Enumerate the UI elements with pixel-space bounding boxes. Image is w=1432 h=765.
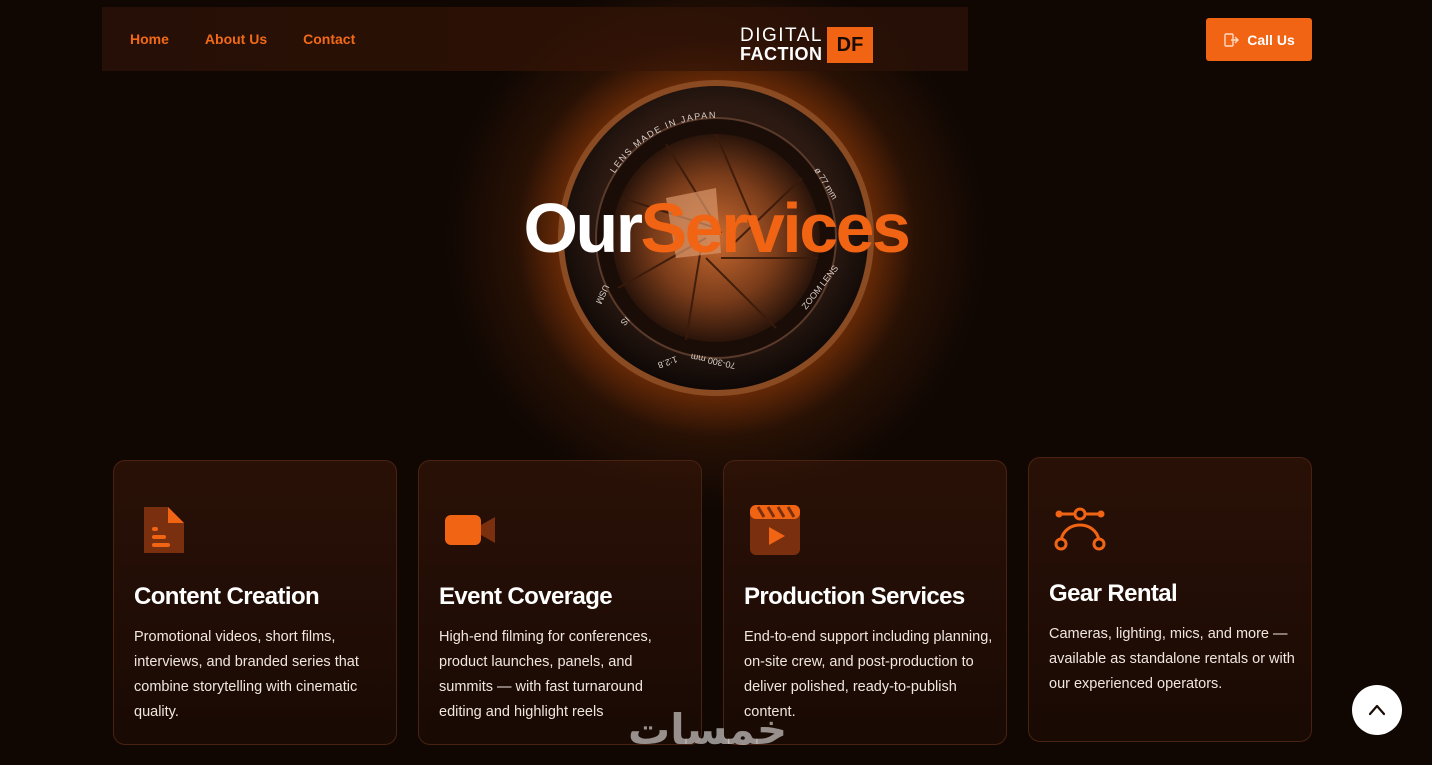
logo-mark: DF <box>827 27 873 63</box>
brand-logo[interactable]: DIGITAL FACTION DF <box>740 25 873 64</box>
service-card-production-services[interactable]: Production Services End-to-end support i… <box>723 460 1007 745</box>
service-title: Content Creation <box>134 583 320 610</box>
bezier-curve-icon <box>1054 507 1106 551</box>
logo-line-2: FACTION <box>740 44 823 64</box>
service-title: Event Coverage <box>439 583 613 610</box>
call-us-button[interactable]: Call Us <box>1206 18 1312 61</box>
exit-door-icon <box>1224 32 1240 47</box>
title-word-2: Services <box>640 189 911 267</box>
nav-link-home[interactable]: Home <box>130 31 169 47</box>
service-card-gear-rental[interactable]: Gear Rental Cameras, lighting, mics, and… <box>1028 457 1312 742</box>
nav-link-about-us[interactable]: About Us <box>205 31 267 47</box>
logo-line-1: DIGITAL <box>740 25 823 46</box>
chevron-up-icon <box>1368 704 1386 716</box>
service-card-event-coverage[interactable]: Event Coverage High-end filming for conf… <box>418 460 702 745</box>
top-navigation: Home About Us Contact DIGITAL FACTION DF <box>102 7 968 71</box>
service-description: Promotional videos, short films, intervi… <box>134 629 359 720</box>
service-card-content-creation[interactable]: Content Creation Promotional videos, sho… <box>113 460 397 745</box>
title-word-1: Our <box>523 189 643 267</box>
service-description: Cameras, lighting, mics, and more — avai… <box>1049 626 1295 692</box>
logo-wordmark: DIGITAL FACTION <box>740 25 823 64</box>
call-us-label: Call Us <box>1247 31 1295 48</box>
watermark-logo: خمسات <box>628 705 788 754</box>
clapperboard-icon <box>750 505 800 555</box>
service-title: Gear Rental <box>1049 580 1178 607</box>
page-title: OurServices <box>0 188 1432 268</box>
service-title: Production Services <box>744 583 965 610</box>
nav-links: Home About Us Contact <box>130 31 355 47</box>
nav-link-contact[interactable]: Contact <box>303 31 355 47</box>
video-camera-icon <box>445 515 495 545</box>
document-icon <box>144 507 184 553</box>
scroll-to-top-button[interactable] <box>1352 685 1402 735</box>
